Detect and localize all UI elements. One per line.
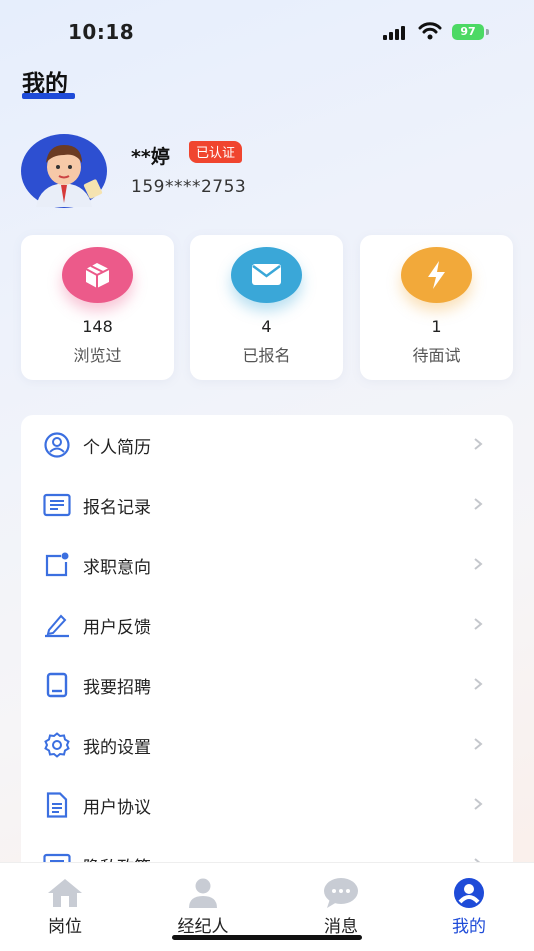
message-icon: [324, 878, 358, 908]
stat-label: 已报名: [242, 346, 291, 365]
chevron-right-icon: [474, 498, 483, 510]
battery-icon: 97: [452, 24, 484, 40]
agent-icon: [189, 878, 217, 908]
title-underline: [22, 93, 75, 99]
menu-item-recruit[interactable]: 我要招聘: [21, 655, 513, 715]
menu-label: 个人简历: [83, 438, 151, 458]
mail-icon: [231, 247, 302, 303]
record-icon: [43, 493, 71, 517]
stat-count: 1: [431, 317, 442, 336]
lightning-icon: [401, 247, 472, 303]
avatar[interactable]: [20, 133, 108, 209]
document-icon: [46, 792, 68, 818]
chevron-right-icon: [474, 618, 483, 630]
wifi-icon: [418, 22, 442, 40]
home-icon: [48, 879, 82, 907]
signal-icon: [383, 26, 409, 40]
box-icon: [62, 247, 133, 303]
menu-item-records[interactable]: 报名记录: [21, 475, 513, 535]
user-phone: 159****2753: [131, 177, 247, 197]
tab-label: 我的: [452, 917, 486, 937]
feedback-icon: [45, 614, 69, 638]
intention-icon: [45, 552, 69, 577]
menu-card: 个人简历 报名记录 求职意向 用户反馈 我要招聘 我的设置 用户协议 隐私政策: [21, 415, 513, 875]
stat-count: 148: [82, 317, 113, 336]
tab-label: 消息: [324, 917, 358, 937]
menu-label: 报名记录: [83, 498, 151, 518]
menu-item-settings[interactable]: 我的设置: [21, 715, 513, 775]
stat-label: 浏览过: [73, 346, 122, 365]
menu-label: 我要招聘: [83, 678, 151, 698]
tab-label: 岗位: [48, 917, 82, 937]
tab-mine[interactable]: 我的: [414, 863, 524, 951]
user-name: **婷: [131, 146, 170, 168]
stat-count: 4: [261, 317, 272, 336]
stat-card-applied[interactable]: 4 已报名: [190, 235, 343, 380]
stat-card-interview[interactable]: 1 待面试: [360, 235, 513, 380]
status-time: 10:18: [68, 20, 135, 44]
chevron-right-icon: [474, 738, 483, 750]
chevron-right-icon: [474, 798, 483, 810]
stat-card-viewed[interactable]: 148 浏览过: [21, 235, 174, 380]
menu-item-intention[interactable]: 求职意向: [21, 535, 513, 595]
menu-item-agreement[interactable]: 用户协议: [21, 775, 513, 835]
status-bar: 10:18 97: [0, 0, 534, 62]
tab-jobs[interactable]: 岗位: [10, 863, 120, 951]
settings-icon: [44, 732, 70, 758]
menu-label: 求职意向: [83, 558, 151, 578]
home-indicator: [172, 935, 362, 940]
profile-icon: [454, 878, 484, 908]
battery-tip: [486, 29, 489, 35]
tablet-icon: [46, 672, 68, 698]
menu-label: 我的设置: [83, 738, 151, 758]
menu-label: 用户协议: [83, 798, 151, 818]
verified-badge: 已认证: [189, 141, 243, 163]
chevron-right-icon: [474, 438, 483, 450]
resume-icon: [44, 432, 70, 458]
menu-item-resume[interactable]: 个人简历: [21, 415, 513, 475]
menu-item-feedback[interactable]: 用户反馈: [21, 595, 513, 655]
stat-label: 待面试: [412, 346, 461, 365]
chevron-right-icon: [474, 678, 483, 690]
menu-label: 用户反馈: [83, 618, 151, 638]
tab-label: 经纪人: [177, 917, 229, 937]
chevron-right-icon: [474, 558, 483, 570]
